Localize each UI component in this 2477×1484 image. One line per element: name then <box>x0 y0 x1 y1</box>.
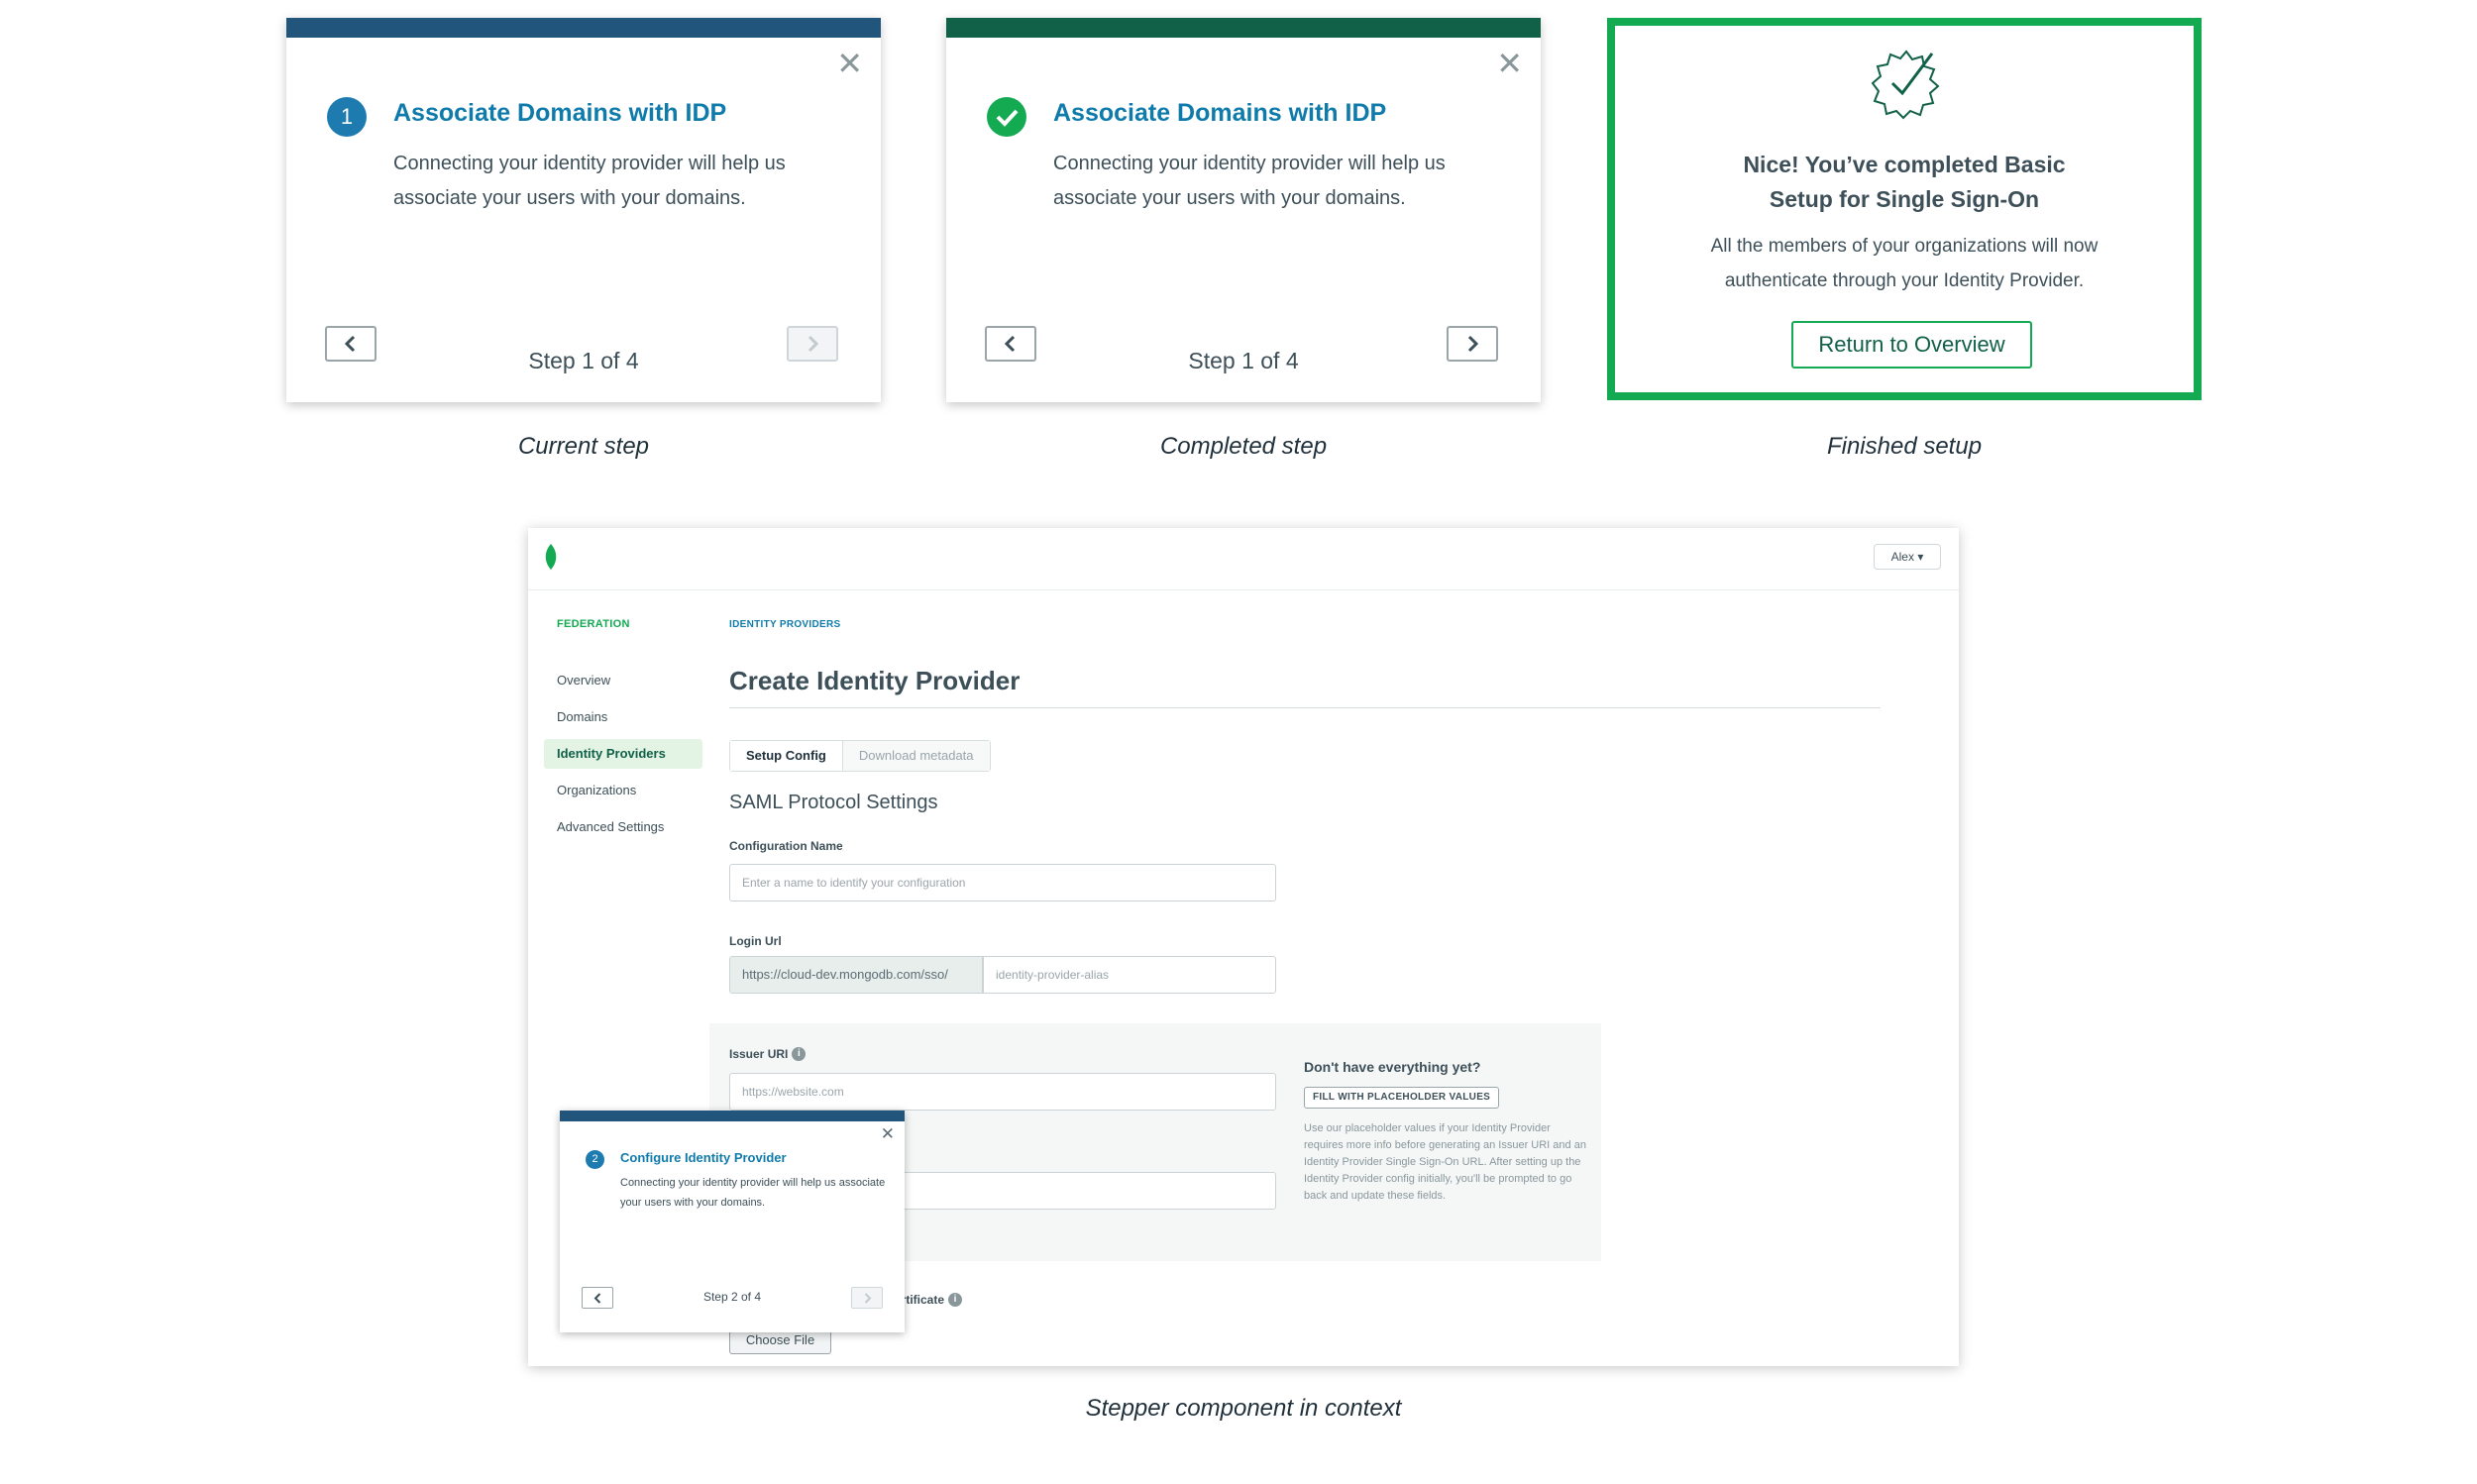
chevron-right-icon <box>808 335 819 353</box>
next-step-button[interactable] <box>1447 326 1498 362</box>
step-number-badge: 1 <box>327 97 367 137</box>
card-top-bar <box>560 1111 905 1121</box>
completion-heading: Nice! You’ve completed Basic Setup for S… <box>1743 152 2066 212</box>
completion-message: All the members of your organizations wi… <box>1710 236 2099 291</box>
sidebar-item-identity-providers[interactable]: Identity Providers <box>544 739 702 769</box>
info-icon[interactable]: i <box>792 1047 807 1061</box>
caption-completed-step: Completed step <box>1159 433 1328 460</box>
issuer-uri-label: Issuer URI i <box>729 1047 807 1061</box>
issuer-uri-input[interactable]: https://website.com <box>729 1073 1276 1111</box>
step-title: Associate Domains with IDP <box>1053 99 1387 127</box>
login-url-label: Login Url <box>729 934 782 948</box>
next-step-button[interactable] <box>851 1287 883 1309</box>
stepper-popover: ✕ 2 Configure Identity Provider Connecti… <box>560 1111 905 1332</box>
placeholder-description: Use our placeholder values if your Ident… <box>1304 1122 1586 1202</box>
page-title: Create Identity Provider <box>729 666 1021 695</box>
chevron-right-icon <box>1467 335 1479 353</box>
stepper-card-completed: ✕ Associate Domains with IDP Connecting … <box>946 18 1541 402</box>
caption-current-step: Current step <box>517 433 650 460</box>
section-title: SAML Protocol Settings <box>729 792 938 813</box>
step-description: Connecting your identity provider will h… <box>620 1177 886 1209</box>
divider <box>729 707 1881 708</box>
step-title: Associate Domains with IDP <box>393 99 727 127</box>
tab-setup-config[interactable]: Setup Config <box>730 741 843 771</box>
next-step-button[interactable] <box>787 326 838 362</box>
tab-download-metadata[interactable]: Download metadata <box>842 741 990 771</box>
top-navigation-bar: Alex ▾ <box>528 528 1959 590</box>
close-icon[interactable]: ✕ <box>836 48 863 79</box>
caption-stepper-in-context: Stepper component in context <box>1085 1395 1402 1422</box>
step-number-badge: 2 <box>586 1150 604 1169</box>
close-icon[interactable]: ✕ <box>1496 48 1523 79</box>
return-to-overview-button[interactable]: Return to Overview <box>1791 321 2032 369</box>
login-url-prefix: https://cloud-dev.mongodb.com/sso/ <box>729 956 983 994</box>
step-description: Connecting your identity provider will h… <box>1053 153 1446 209</box>
card-top-bar <box>946 18 1541 38</box>
user-menu-button[interactable]: Alex ▾ <box>1874 544 1941 570</box>
sidebar-item-advanced-settings[interactable]: Advanced Settings <box>544 812 702 842</box>
verified-badge-icon <box>1871 50 1940 120</box>
sidebar-item-organizations[interactable]: Organizations <box>544 776 702 805</box>
configuration-name-input[interactable]: Enter a name to identify your configurat… <box>729 864 1276 901</box>
checkmark-icon <box>987 97 1026 137</box>
tab-bar: Setup Config Download metadata <box>729 740 991 772</box>
sidebar-heading: FEDERATION <box>557 618 630 630</box>
login-url-alias-input[interactable]: identity-provider-alias <box>983 956 1276 994</box>
sidebar-item-overview[interactable]: Overview <box>544 666 702 695</box>
close-icon[interactable]: ✕ <box>881 1124 895 1144</box>
step-title: Configure Identity Provider <box>620 1150 787 1165</box>
fill-placeholder-button[interactable]: FILL WITH PLACEHOLDER VALUES <box>1304 1087 1500 1109</box>
configuration-name-label: Configuration Name <box>729 839 843 853</box>
app-context-screenshot: Alex ▾ FEDERATION Overview Domains Ident… <box>528 528 1959 1366</box>
setup-complete-card: Nice! You’ve completed Basic Setup for S… <box>1607 18 2202 400</box>
chevron-right-icon <box>864 1292 871 1304</box>
card-top-bar <box>286 18 881 38</box>
stepper-card-current: ✕ 1 Associate Domains with IDP Connectin… <box>286 18 881 402</box>
caption-finished-setup: Finished setup <box>1826 433 1983 460</box>
step-description: Connecting your identity provider will h… <box>393 153 786 209</box>
info-icon[interactable]: i <box>948 1293 963 1307</box>
certificate-label: ertificate i <box>895 1293 963 1307</box>
placeholder-heading: Don't have everything yet? <box>1304 1059 1481 1075</box>
breadcrumb[interactable]: IDENTITY PROVIDERS <box>729 619 840 630</box>
sidebar-item-domains[interactable]: Domains <box>544 702 702 732</box>
mongodb-leaf-logo <box>545 544 557 570</box>
